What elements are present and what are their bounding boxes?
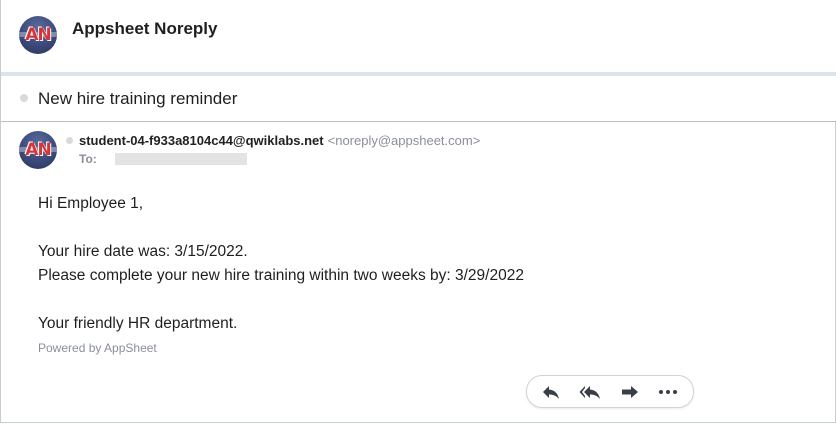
thread-header: AN Appsheet Noreply: [1, 0, 836, 72]
sender-name[interactable]: Appsheet Noreply: [72, 19, 217, 39]
sender-avatar: AN: [19, 16, 57, 54]
greeting-text: Hi Employee 1,: [38, 195, 144, 212]
avatar-initials: AN: [25, 140, 51, 160]
reply-icon: [543, 386, 559, 399]
unread-dot-icon: [20, 94, 28, 102]
reply-all-button[interactable]: [579, 382, 601, 402]
powered-by-text: Powered by AppSheet: [38, 341, 157, 355]
message-avatar: AN: [19, 131, 57, 169]
reply-all-icon: [579, 386, 600, 399]
training-deadline-text: Please complete your new hire training w…: [38, 267, 524, 284]
redacted-recipient: [114, 153, 247, 165]
to-line: To:: [79, 152, 247, 166]
forward-button[interactable]: [619, 382, 641, 402]
from-address[interactable]: student-04-f933a8104c44@qwiklabs.net: [79, 133, 324, 148]
reply-button[interactable]: [540, 382, 562, 402]
from-line: student-04-f933a8104c44@qwiklabs.net <nor…: [79, 133, 480, 148]
reply-address[interactable]: <noreply@appsheet.com>: [328, 133, 481, 148]
mail-window: AN Appsheet Noreply New hire training re…: [0, 0, 836, 423]
status-dot-icon: [66, 137, 73, 144]
subject-row[interactable]: New hire training reminder: [1, 76, 836, 121]
to-label: To:: [79, 152, 97, 166]
more-button[interactable]: [657, 382, 679, 402]
avatar-initials: AN: [25, 25, 51, 45]
more-icon: [659, 390, 677, 394]
signoff-text: Your friendly HR department.: [38, 315, 238, 332]
subject-title: New hire training reminder: [38, 89, 238, 108]
subject-divider: [1, 121, 836, 122]
hire-date-text: Your hire date was: 3/15/2022.: [38, 243, 248, 260]
message-actions: [526, 375, 694, 408]
forward-icon: [622, 386, 638, 398]
